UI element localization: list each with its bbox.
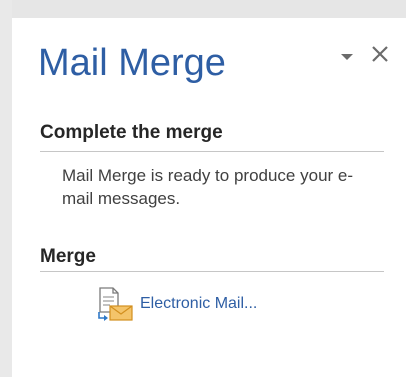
electronic-mail-label: Electronic Mail...: [140, 295, 258, 312]
email-document-icon: [98, 287, 133, 321]
complete-merge-heading: Complete the merge: [40, 122, 223, 143]
app-window: Mail Merge Complete the merge Mail Merge…: [0, 0, 406, 377]
close-icon: [372, 46, 388, 62]
pane-title: Mail Merge: [38, 42, 226, 84]
complete-merge-divider: [40, 151, 384, 152]
mail-merge-task-pane: Mail Merge Complete the merge Mail Merge…: [12, 18, 406, 377]
task-pane-options-button[interactable]: [340, 50, 354, 64]
merge-heading: Merge: [40, 246, 96, 267]
close-pane-button[interactable]: [368, 42, 392, 66]
window-top-border: [0, 0, 406, 18]
electronic-mail-link[interactable]: Electronic Mail...: [96, 286, 257, 322]
dropdown-triangle-icon: [341, 54, 353, 60]
window-left-border: [0, 0, 12, 377]
merge-divider: [40, 271, 384, 272]
complete-merge-description: Mail Merge is ready to produce your e-ma…: [62, 166, 354, 208]
